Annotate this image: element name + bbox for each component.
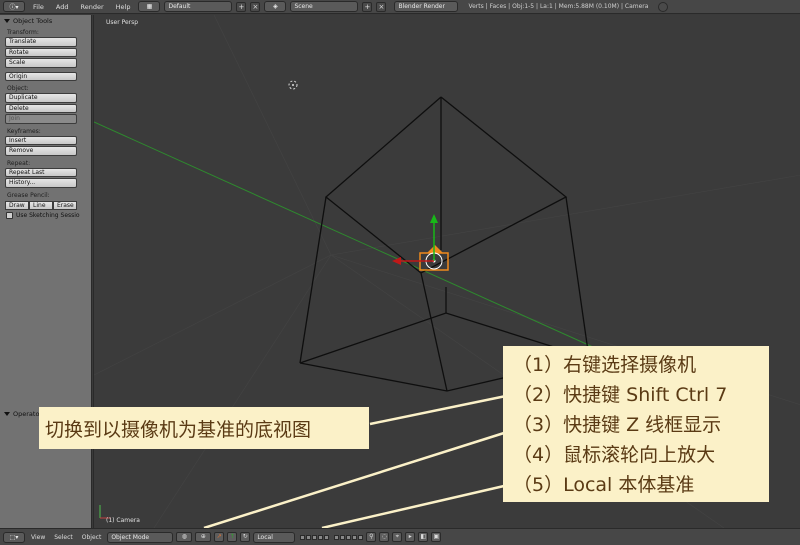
draw-button[interactable]: Draw bbox=[5, 200, 29, 210]
transform-orientation-select[interactable]: Local bbox=[253, 531, 296, 543]
scene-info: Verts | Faces | Obj:1-5 | La:1 | Mem:5.8… bbox=[468, 3, 649, 10]
scale-button[interactable]: Scale bbox=[5, 58, 77, 68]
collapse-triangle-icon bbox=[4, 411, 10, 416]
remove-scene-button[interactable]: × bbox=[376, 1, 387, 12]
step-2: （2）快捷键 Shift Ctrl 7 bbox=[513, 384, 728, 406]
repeat-label: Repeat: bbox=[7, 159, 31, 167]
rotate-manipulator-icon[interactable]: ↻ bbox=[240, 532, 251, 542]
step-5: （5）Local 本体基准 bbox=[513, 474, 695, 496]
menu-help[interactable]: Help bbox=[112, 3, 135, 11]
step-4: （4）鼠标滚轮向上放大 bbox=[513, 444, 716, 466]
sketching-session-checkbox[interactable]: Use Sketching Sessio bbox=[0, 212, 91, 219]
layer-buttons[interactable] bbox=[300, 534, 330, 540]
editor-type-button[interactable]: ⬚▾ bbox=[3, 531, 25, 543]
3d-cursor bbox=[288, 80, 298, 90]
manipulator-toggle-icon[interactable]: ↗ bbox=[214, 532, 225, 542]
editor-type-button[interactable]: ⓘ▾ bbox=[3, 1, 25, 12]
operator-panel-header[interactable]: Operator bbox=[0, 408, 42, 419]
erase-button[interactable]: Erase bbox=[53, 200, 77, 210]
join-button[interactable]: Join bbox=[5, 114, 77, 124]
menu-file[interactable]: File bbox=[29, 3, 48, 11]
pivot-point-icon[interactable]: ⊕ bbox=[195, 532, 212, 542]
layer-buttons-2[interactable] bbox=[334, 534, 364, 540]
grease-pencil-label: Grease Pencil: bbox=[7, 191, 50, 199]
operator-title: Operator bbox=[13, 409, 43, 418]
menu-render[interactable]: Render bbox=[76, 3, 107, 11]
line-button[interactable]: Line bbox=[29, 200, 53, 210]
tool-shelf: Object Tools Transform: Translate Rotate… bbox=[0, 15, 92, 528]
object-tools-panel-header[interactable]: Object Tools bbox=[0, 15, 91, 26]
transform-label: Transform: bbox=[7, 29, 39, 36]
active-object-name: (1) Camera bbox=[106, 517, 140, 524]
remove-keyframe-button[interactable]: Remove bbox=[5, 146, 77, 156]
translate-manipulator-icon[interactable]: ↑ bbox=[227, 532, 238, 542]
add-layout-button[interactable]: + bbox=[236, 1, 247, 12]
menu-add[interactable]: Add bbox=[52, 3, 73, 11]
step-1: （1）右键选择摄像机 bbox=[513, 354, 697, 376]
history-button[interactable]: History... bbox=[5, 178, 77, 188]
top-header: ⓘ▾ File Add Render Help ▦ Default + × ◈ … bbox=[0, 0, 800, 14]
keyframes-label: Keyframes: bbox=[7, 127, 41, 135]
opengl-render-icon[interactable]: ▣ bbox=[431, 532, 442, 542]
mode-select[interactable]: Object Mode bbox=[107, 531, 174, 543]
checkbox-icon bbox=[6, 212, 13, 219]
scene-field[interactable]: Scene bbox=[290, 1, 359, 12]
screen-layout-field[interactable]: Default bbox=[164, 1, 233, 12]
step-3: （3）快捷键 Z 线框显示 bbox=[513, 414, 722, 436]
remove-layout-button[interactable]: × bbox=[250, 1, 261, 12]
lock-camera-icon[interactable]: ⚲ bbox=[366, 532, 377, 542]
delete-button[interactable]: Delete bbox=[5, 103, 77, 113]
screen-layout-icon[interactable]: ▦ bbox=[138, 1, 161, 12]
render-preview-icon[interactable]: ◧ bbox=[418, 532, 429, 542]
translate-button[interactable]: Translate bbox=[5, 37, 77, 47]
callout-steps: （1）右键选择摄像机 （2）快捷键 Shift Ctrl 7 （3）快捷键 Z … bbox=[503, 346, 769, 502]
panel-title: Object Tools bbox=[13, 16, 53, 25]
repeat-last-button[interactable]: Repeat Last bbox=[5, 167, 77, 177]
snap-icon[interactable]: ⌖ bbox=[392, 532, 403, 542]
object-label: Object: bbox=[7, 85, 29, 92]
y-axis-line bbox=[94, 121, 625, 362]
sketching-label: Use Sketching Sessio bbox=[16, 212, 80, 219]
proportional-edit-icon[interactable]: ◌ bbox=[379, 532, 390, 542]
menu-object[interactable]: Object bbox=[79, 534, 105, 541]
menu-view[interactable]: View bbox=[28, 534, 48, 541]
bottom-header: ⬚▾ View Select Object Object Mode ◍ ⊕ ↗ … bbox=[0, 528, 800, 545]
callout-bottom-view: 切换到以摄像机为基准的底视图 bbox=[39, 407, 369, 449]
insert-keyframe-button[interactable]: Insert bbox=[5, 135, 77, 145]
render-engine-select[interactable]: Blender Render bbox=[394, 1, 459, 12]
duplicate-button[interactable]: Duplicate bbox=[5, 93, 77, 103]
rotate-button[interactable]: Rotate bbox=[5, 47, 77, 57]
y-manipulator-arrow bbox=[430, 214, 438, 223]
viewport-shading-icon[interactable]: ◍ bbox=[176, 532, 193, 542]
blender-logo-icon bbox=[658, 1, 669, 12]
menu-select[interactable]: Select bbox=[51, 534, 76, 541]
scene-icon[interactable]: ◈ bbox=[264, 1, 287, 12]
snap-target-icon[interactable]: ▸ bbox=[405, 532, 416, 542]
collapse-triangle-icon bbox=[4, 18, 10, 23]
add-scene-button[interactable]: + bbox=[362, 1, 373, 12]
origin-button[interactable]: Origin bbox=[5, 71, 77, 81]
